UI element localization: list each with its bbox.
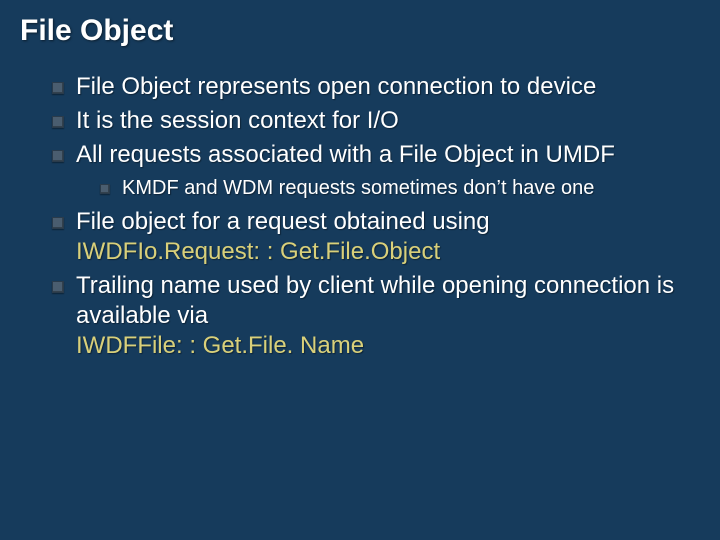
bullet-item: Trailing name used by client while openi… [52, 271, 700, 361]
code-reference: IWDFIo.Request: : Get.File.Object [76, 237, 700, 267]
code-reference: IWDFFile: : Get.File. Name [76, 331, 700, 361]
bullet-item: File Object represents open connection t… [52, 72, 700, 102]
bullet-item: It is the session context for I/O [52, 106, 700, 136]
slide-title: File Object [20, 14, 700, 48]
bullet-item: All requests associated with a File Obje… [52, 140, 700, 201]
bullet-text: All requests associated with a File Obje… [76, 141, 615, 168]
bullet-list: File Object represents open connection t… [20, 72, 700, 361]
bullet-text: File object for a request obtained using [76, 208, 490, 235]
sub-bullet-item: KMDF and WDM requests sometimes don’t ha… [100, 176, 700, 201]
sub-bullet-list: KMDF and WDM requests sometimes don’t ha… [76, 176, 700, 201]
slide: File Object File Object represents open … [0, 0, 720, 540]
bullet-text: Trailing name used by client while openi… [76, 272, 674, 329]
bullet-item: File object for a request obtained using… [52, 207, 700, 267]
